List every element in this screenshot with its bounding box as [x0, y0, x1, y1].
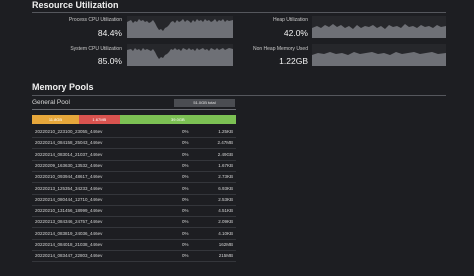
table-row[interactable]: 20220214_084018_21038_446ev 0% 162MB	[32, 240, 236, 251]
heap-utilization-sparkline	[312, 16, 446, 38]
query-id[interactable]: 20220214_083014_21037_446ev	[35, 150, 102, 160]
memory-percent: 0%	[182, 230, 189, 236]
memory-size: 4.10KB	[218, 230, 233, 236]
memory-percent: 0%	[182, 242, 189, 247]
table-row[interactable]: 20220213_084346_24757_446ev 0% 2.09KB	[32, 217, 236, 229]
pool-usage-bar: 11.8GB 1.67MB 39.0GB	[32, 115, 236, 124]
query-id[interactable]: 20220213_125354_34233_446ev	[35, 184, 102, 194]
table-row[interactable]: 20220214_083819_24036_446ev 0% 4.10KB	[32, 229, 236, 240]
process-cpu-label: Process CPU Utilization	[68, 17, 122, 23]
heap-utilization-label: Heap Utilization	[272, 17, 308, 23]
system-cpu-label: System CPU Utilization	[70, 46, 122, 52]
table-row[interactable]: 20220210_093944_48617_446ev 0% 2.73KB	[32, 172, 236, 184]
query-id[interactable]: 20220214_084158_25043_446ev	[35, 138, 102, 148]
memory-percent: 0%	[182, 208, 189, 214]
memory-size: 6.93KB	[218, 185, 233, 191]
query-id[interactable]: 20220214_080444_12710_446ev	[35, 195, 102, 205]
memory-size: 162MB	[218, 242, 233, 247]
process-cpu-sparkline	[127, 16, 233, 38]
table-row[interactable]: 20220214_084158_25043_446ev 0% 2.47MB	[32, 138, 236, 150]
query-id[interactable]: 20220214_084018_21038_446ev	[35, 240, 102, 250]
query-id[interactable]: 20220210_223100_23055_446ev	[35, 127, 102, 137]
query-id[interactable]: 20220210_131456_18999_446ev	[35, 206, 102, 216]
resource-utilization-title: Resource Utilization	[32, 0, 119, 10]
query-id[interactable]: 20220209_163630_13532_446ev	[35, 161, 102, 171]
memory-percent: 0%	[182, 196, 189, 202]
memory-size: 1.25KB	[218, 129, 233, 134]
non-heap-memory-sparkline	[312, 44, 446, 66]
resource-utilization-divider	[32, 12, 446, 13]
pool-usage-segment: 11.8GB	[32, 115, 79, 124]
memory-size: 2.73KB	[218, 174, 233, 180]
pool-total-badge: 51.0GB total	[174, 99, 235, 107]
memory-percent: 0%	[182, 129, 189, 134]
memory-size: 4.51KB	[218, 208, 233, 214]
memory-percent: 0%	[182, 219, 189, 225]
process-cpu-value: 84.4%	[97, 28, 122, 38]
table-row[interactable]: 20220214_080444_12710_446ev 0% 2.53KB	[32, 195, 236, 206]
memory-size: 2.49GB	[217, 151, 233, 157]
memory-pools-title: Memory Pools	[32, 82, 94, 92]
memory-percent: 0%	[182, 185, 189, 191]
pool-usage-segment: 1.67MB	[78, 115, 120, 124]
table-row[interactable]: 20220214_083447_22803_446ev 0% 215MB	[32, 251, 236, 263]
memory-size: 1.67KB	[218, 162, 233, 168]
memory-size: 2.09KB	[218, 219, 233, 225]
table-row[interactable]: 20220209_163630_13532_446ev 0% 1.67KB	[32, 161, 236, 172]
memory-percent: 0%	[182, 162, 189, 168]
heap-utilization-value: 42.0%	[283, 28, 308, 38]
memory-size: 215MB	[218, 253, 233, 259]
query-id[interactable]: 20220214_083447_22803_446ev	[35, 251, 102, 261]
pool-name: General Pool	[32, 99, 70, 106]
query-id[interactable]: 20220213_084346_24757_446ev	[35, 217, 102, 227]
non-heap-memory-value: 1.22GB	[279, 56, 308, 66]
table-row[interactable]: 20220214_083014_21037_446ev 0% 2.49GB	[32, 150, 236, 161]
system-cpu-sparkline	[127, 44, 233, 66]
table-row[interactable]: 20220213_125354_34233_446ev 0% 6.93KB	[32, 184, 236, 195]
memory-percent: 0%	[182, 140, 189, 146]
table-row[interactable]: 20220210_223100_23055_446ev 0% 1.25KB	[32, 127, 236, 138]
pool-divider	[32, 109, 236, 110]
memory-percent: 0%	[182, 174, 189, 180]
non-heap-memory-label: Non Heap Memory Used	[252, 46, 308, 52]
pool-usage-segment: 39.0GB	[119, 115, 236, 124]
memory-percent: 0%	[182, 151, 189, 157]
memory-size: 2.53KB	[218, 196, 233, 202]
memory-percent: 0%	[182, 253, 189, 259]
query-id[interactable]: 20220210_093944_48617_446ev	[35, 172, 102, 182]
memory-pools-divider	[32, 95, 446, 96]
system-cpu-value: 85.0%	[97, 56, 122, 66]
query-id[interactable]: 20220214_083819_24036_446ev	[35, 229, 102, 239]
table-row[interactable]: 20220210_131456_18999_446ev 0% 4.51KB	[32, 206, 236, 218]
memory-size: 2.47MB	[217, 140, 233, 146]
